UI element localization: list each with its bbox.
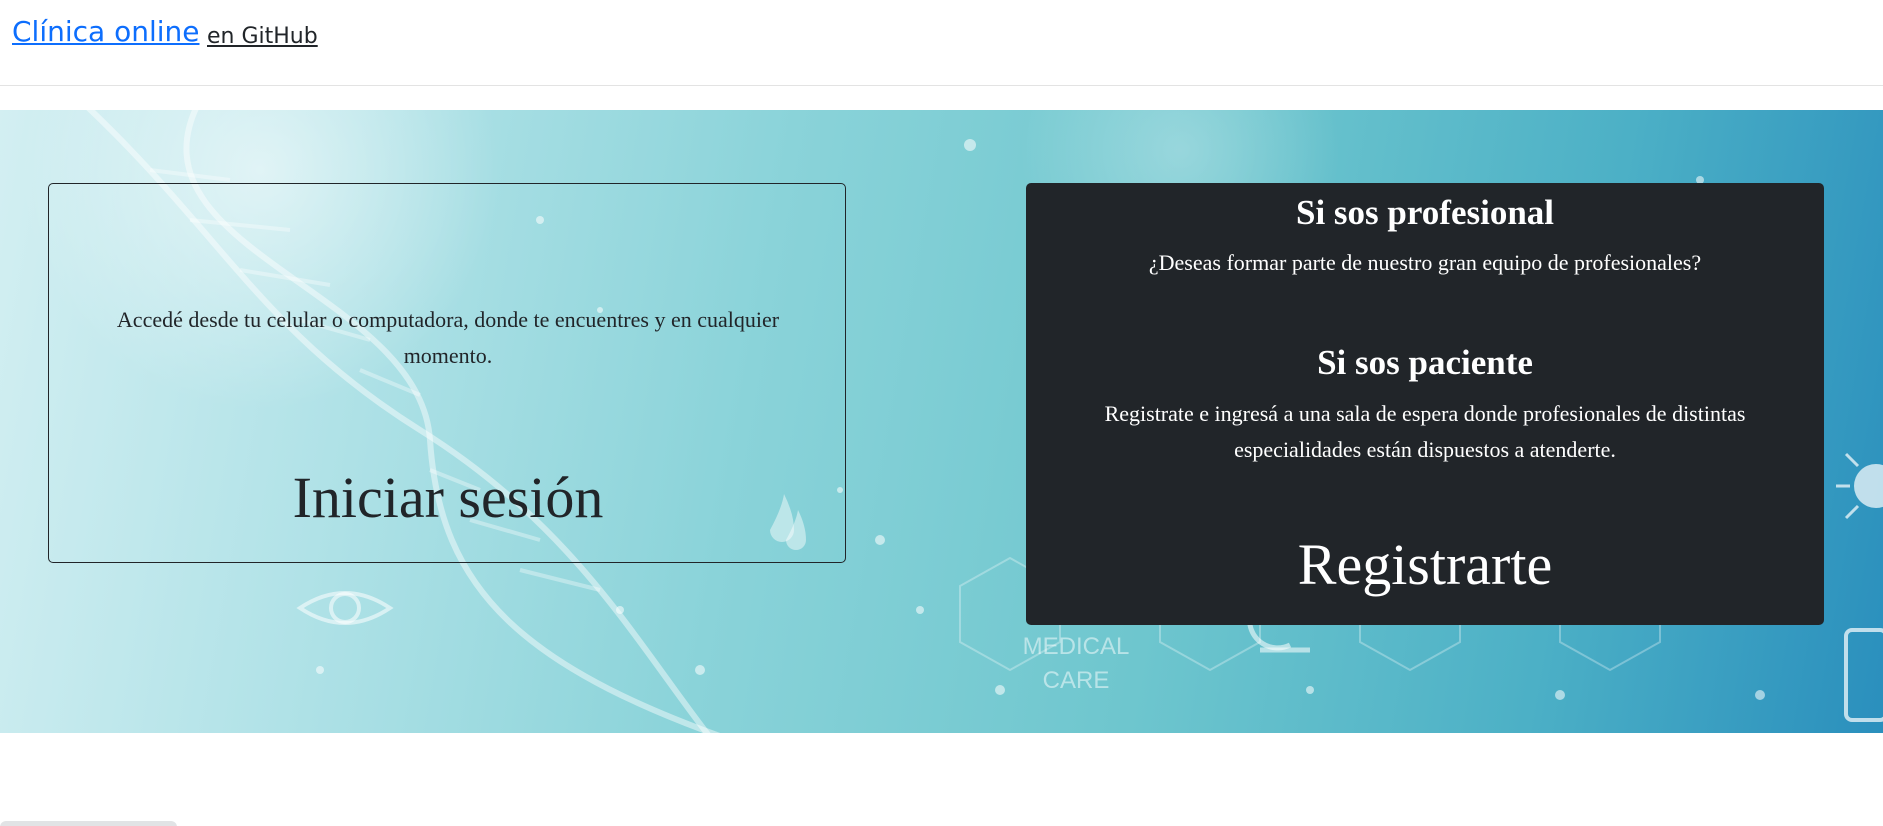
medical-care-label: MEDICAL [1023,633,1130,660]
login-description: Accedé desde tu celular o computadora, d… [116,307,780,368]
medical-care-label: CARE [1043,667,1110,694]
bottom-element [0,821,177,826]
login-card: Accedé desde tu celular o computadora, d… [48,183,846,563]
github-link[interactable]: en GitHub [207,22,318,52]
top-navbar: Clínica online en GitHub [0,0,1883,86]
hero-banner: MEDICAL CARE Accedé desde tu celular o c… [0,110,1883,733]
brand-link[interactable]: Clínica online [12,12,200,52]
register-button[interactable]: Registrarte [1026,529,1824,601]
patient-title: Si sos paciente [1317,343,1533,382]
professional-title: Si sos profesional [1295,193,1555,232]
patient-text: Registrate e ingresá a una sala de esper… [1104,401,1746,462]
login-button[interactable]: Iniciar sesión [49,462,847,534]
professional-text: ¿Deseas formar parte de nuestro gran equ… [1148,250,1702,275]
register-card: Si sos profesional ¿Deseas formar parte … [1026,183,1824,625]
